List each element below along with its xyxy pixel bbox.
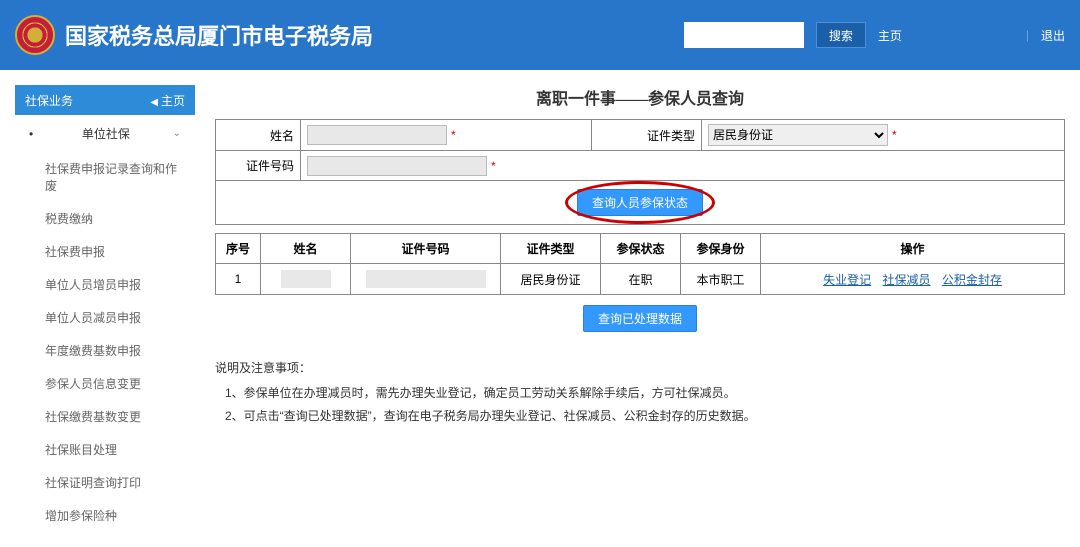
search-button[interactable]: 搜索 bbox=[816, 22, 866, 48]
header-right: 搜索 主页 | 退出 bbox=[684, 22, 1065, 48]
cell-identity: 本市职工 bbox=[681, 264, 761, 295]
col-idtype: 证件类型 bbox=[501, 234, 601, 264]
redacted-name bbox=[281, 270, 331, 288]
app-header: 国家税务总局厦门市电子税务局 搜索 主页 | 退出 bbox=[0, 0, 1080, 70]
home-link[interactable]: 主页 bbox=[878, 27, 902, 44]
table-row: 1 居民身份证 在职 本市职工 失业登记 社保减员 公积金封存 bbox=[216, 264, 1065, 295]
id-type-label: 证件类型 bbox=[592, 120, 702, 151]
id-type-cell: 居民身份证 * bbox=[702, 120, 1065, 151]
sidebar-item-9[interactable]: 社保证明查询打印 bbox=[15, 466, 195, 499]
sidebar-item-8[interactable]: 社保账目处理 bbox=[15, 433, 195, 466]
required-mark: * bbox=[892, 128, 897, 142]
id-no-cell: * bbox=[301, 151, 1065, 181]
cell-actions: 失业登记 社保减员 公积金封存 bbox=[761, 264, 1065, 295]
query-processed-button[interactable]: 查询已处理数据 bbox=[583, 305, 697, 332]
content-area: 离职一件事——参保人员查询 姓名 * 证件类型 居民身份证 * 证件号码 * bbox=[215, 85, 1065, 532]
notes-section: 说明及注意事项： 1、参保单位在办理减员时，需先办理失业登记，确定员工劳动关系解… bbox=[215, 357, 1065, 427]
search-input[interactable] bbox=[684, 22, 804, 48]
processed-row: 查询已处理数据 bbox=[215, 305, 1065, 332]
logo-area: 国家税务总局厦门市电子税务局 bbox=[15, 15, 373, 55]
col-status: 参保状态 bbox=[601, 234, 681, 264]
sidebar: 社保业务 ◀主页 单位社保 ⌄ 社保费申报记录查询和作废 税费缴纳 社保费申报 … bbox=[15, 85, 195, 532]
sidebar-item-5[interactable]: 年度缴费基数申报 bbox=[15, 334, 195, 367]
col-identity: 参保身份 bbox=[681, 234, 761, 264]
sidebar-item-10[interactable]: 增加参保险种 bbox=[15, 499, 195, 532]
action-social-reduce[interactable]: 社保减员 bbox=[882, 273, 930, 287]
required-mark: * bbox=[491, 159, 496, 173]
cell-idtype: 居民身份证 bbox=[501, 264, 601, 295]
sidebar-home-link[interactable]: ◀主页 bbox=[150, 92, 185, 109]
required-mark: * bbox=[451, 128, 456, 142]
sidebar-parent-label: 单位社保 bbox=[82, 125, 130, 142]
sidebar-header: 社保业务 ◀主页 bbox=[15, 85, 195, 115]
grid-header-row: 序号 姓名 证件号码 证件类型 参保状态 参保身份 操作 bbox=[216, 234, 1065, 264]
user-display bbox=[914, 24, 1014, 46]
notes-list: 1、参保单位在办理减员时，需先办理失业登记，确定员工劳动关系解除手续后，方可社保… bbox=[215, 382, 1065, 428]
id-no-label: 证件号码 bbox=[216, 151, 301, 181]
divider: | bbox=[1026, 28, 1029, 42]
cell-idno bbox=[351, 264, 501, 295]
note-line-1: 1、参保单位在办理减员时，需先办理失业登记，确定员工劳动关系解除手续后，方可社保… bbox=[225, 382, 1065, 405]
sidebar-item-1[interactable]: 税费缴纳 bbox=[15, 202, 195, 235]
name-cell: * bbox=[301, 120, 592, 151]
results-grid: 序号 姓名 证件号码 证件类型 参保状态 参保身份 操作 1 居民身份证 在职 … bbox=[215, 233, 1065, 295]
tax-emblem-icon bbox=[15, 15, 55, 55]
triangle-left-icon: ◀ bbox=[150, 97, 158, 108]
query-form: 姓名 * 证件类型 居民身份证 * 证件号码 * 查询人员参保状态 bbox=[215, 119, 1065, 225]
cell-seq: 1 bbox=[216, 264, 261, 295]
redacted-idno bbox=[366, 270, 486, 288]
sidebar-item-0[interactable]: 社保费申报记录查询和作废 bbox=[15, 152, 195, 202]
highlight-circle: 查询人员参保状态 bbox=[577, 189, 703, 216]
sidebar-item-7[interactable]: 社保缴费基数变更 bbox=[15, 400, 195, 433]
notes-title: 说明及注意事项： bbox=[215, 357, 1065, 380]
sidebar-item-unit-social[interactable]: 单位社保 ⌄ bbox=[15, 115, 195, 152]
id-type-select[interactable]: 居民身份证 bbox=[708, 124, 888, 146]
query-status-button[interactable]: 查询人员参保状态 bbox=[577, 189, 703, 216]
cell-name bbox=[261, 264, 351, 295]
sidebar-title: 社保业务 bbox=[25, 92, 73, 109]
sidebar-item-3[interactable]: 单位人员增员申报 bbox=[15, 268, 195, 301]
site-title: 国家税务总局厦门市电子税务局 bbox=[65, 19, 373, 51]
page-title: 离职一件事——参保人员查询 bbox=[215, 85, 1065, 109]
name-label: 姓名 bbox=[216, 120, 301, 151]
col-name: 姓名 bbox=[261, 234, 351, 264]
col-seq: 序号 bbox=[216, 234, 261, 264]
logout-link[interactable]: 退出 bbox=[1041, 27, 1065, 44]
action-unemployment[interactable]: 失业登记 bbox=[823, 273, 871, 287]
cell-status: 在职 bbox=[601, 264, 681, 295]
sidebar-item-6[interactable]: 参保人员信息变更 bbox=[15, 367, 195, 400]
query-action-cell: 查询人员参保状态 bbox=[216, 181, 1065, 225]
sidebar-item-2[interactable]: 社保费申报 bbox=[15, 235, 195, 268]
action-fund-seal[interactable]: 公积金封存 bbox=[942, 273, 1002, 287]
name-input[interactable] bbox=[307, 125, 447, 145]
note-line-2: 2、可点击“查询已处理数据”，查询在电子税务局办理失业登记、社保减员、公积金封存… bbox=[225, 405, 1065, 428]
id-no-input[interactable] bbox=[307, 156, 487, 176]
main-layout: 社保业务 ◀主页 单位社保 ⌄ 社保费申报记录查询和作废 税费缴纳 社保费申报 … bbox=[0, 70, 1080, 547]
sidebar-item-4[interactable]: 单位人员减员申报 bbox=[15, 301, 195, 334]
col-idno: 证件号码 bbox=[351, 234, 501, 264]
chevron-down-icon: ⌄ bbox=[173, 128, 181, 139]
col-action: 操作 bbox=[761, 234, 1065, 264]
